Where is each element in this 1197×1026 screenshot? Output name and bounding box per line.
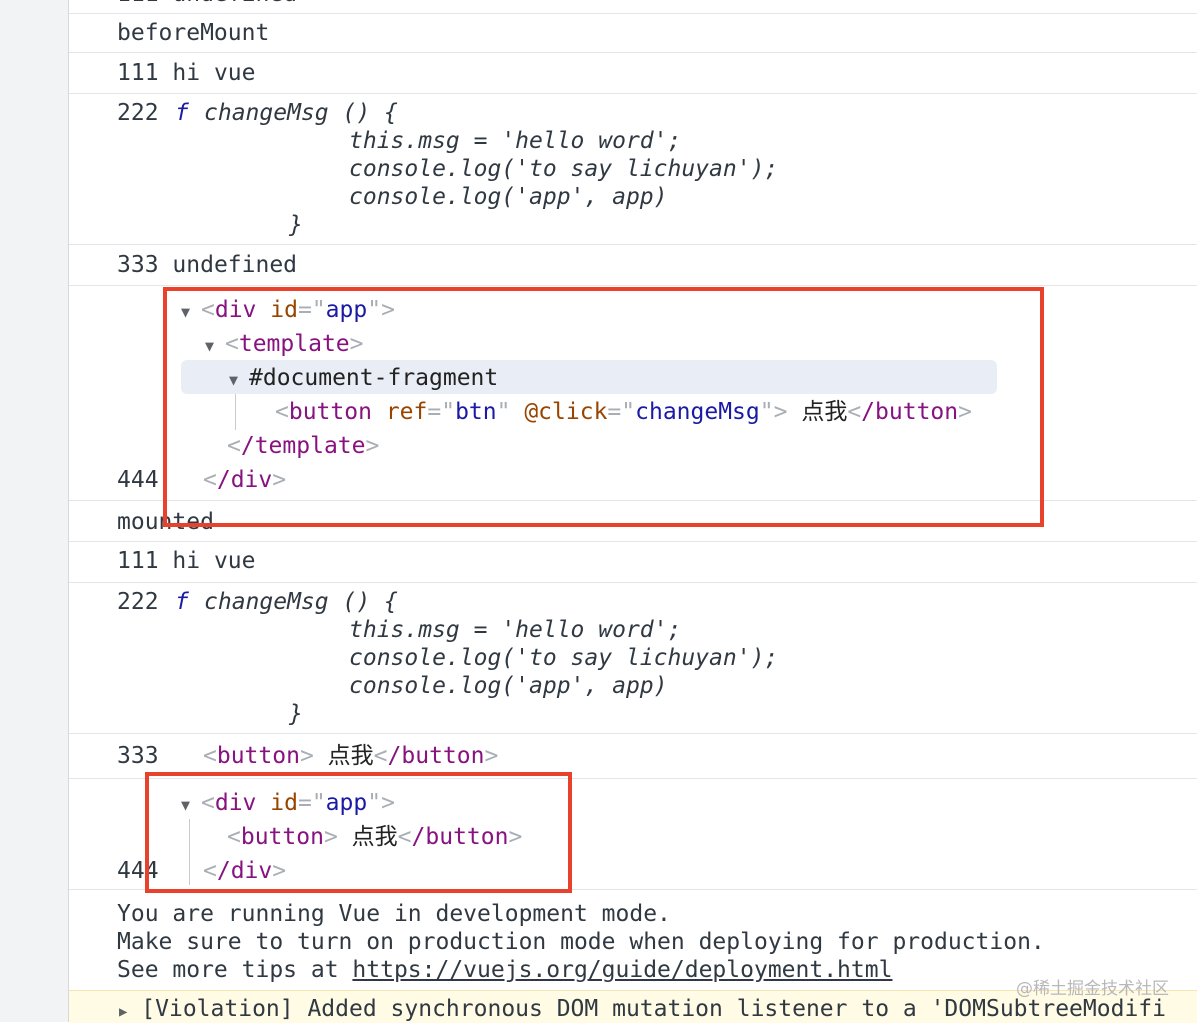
console-message: 111 hi vue [69,542,1197,583]
function-signature[interactable]: changeMsg () { [204,588,398,616]
function-close: } [289,701,303,727]
vue-notice-line: See more tips at https://vuejs.org/guide… [117,957,893,983]
console-text: 111 undefined [117,0,297,8]
console-message: 333 undefined [69,245,1197,286]
log-prefix: 444 [117,467,159,493]
function-body-line: this.msg = 'hello word'; [349,128,682,154]
console-text: beforeMount [117,20,270,46]
function-body-line: console.log('to say lichuyan'); [349,156,779,182]
function-close: } [289,212,303,238]
log-prefix: 222 [117,100,159,126]
console-gutter [0,0,69,1022]
function-keyword: f [175,589,189,615]
deployment-guide-link[interactable]: https://vuejs.org/guide/deployment.html [352,957,892,983]
highlight-box [145,772,572,893]
inline-button-element[interactable]: <button> 点我</button> [203,742,498,770]
expand-triangle-icon[interactable]: ▶ [119,1004,127,1020]
violation-text[interactable]: ▶ [Violation] Added synchronous DOM muta… [119,995,1166,1026]
console-message: beforeMount [69,14,1197,53]
console-text: 111 hi vue [117,60,256,86]
function-body-line: console.log('app', app) [349,184,668,210]
log-prefix: 222 [117,589,159,615]
function-body-line: console.log('to say lichuyan'); [349,645,779,671]
vue-notice-line: You are running Vue in development mode. [117,901,671,927]
console-text: 111 hi vue [117,548,256,574]
console-message: 111 undefined [69,0,1197,14]
function-body-line: this.msg = 'hello word'; [349,617,682,643]
watermark: @稀土掘金技术社区 [1016,979,1169,999]
console-text: 333 undefined [117,252,298,278]
highlight-box [163,287,1044,527]
function-keyword: f [175,100,189,126]
function-signature[interactable]: changeMsg () { [204,99,398,127]
function-body-line: console.log('app', app) [349,673,668,699]
console-message-function: 222 f changeMsg () { this.msg = 'hello w… [69,94,1197,245]
console-message-function: 222 f changeMsg () { this.msg = 'hello w… [69,583,1197,734]
console-message: 111 hi vue [69,53,1197,94]
vue-notice-line: Make sure to turn on production mode whe… [117,929,1045,955]
log-prefix: 333 [117,743,159,769]
